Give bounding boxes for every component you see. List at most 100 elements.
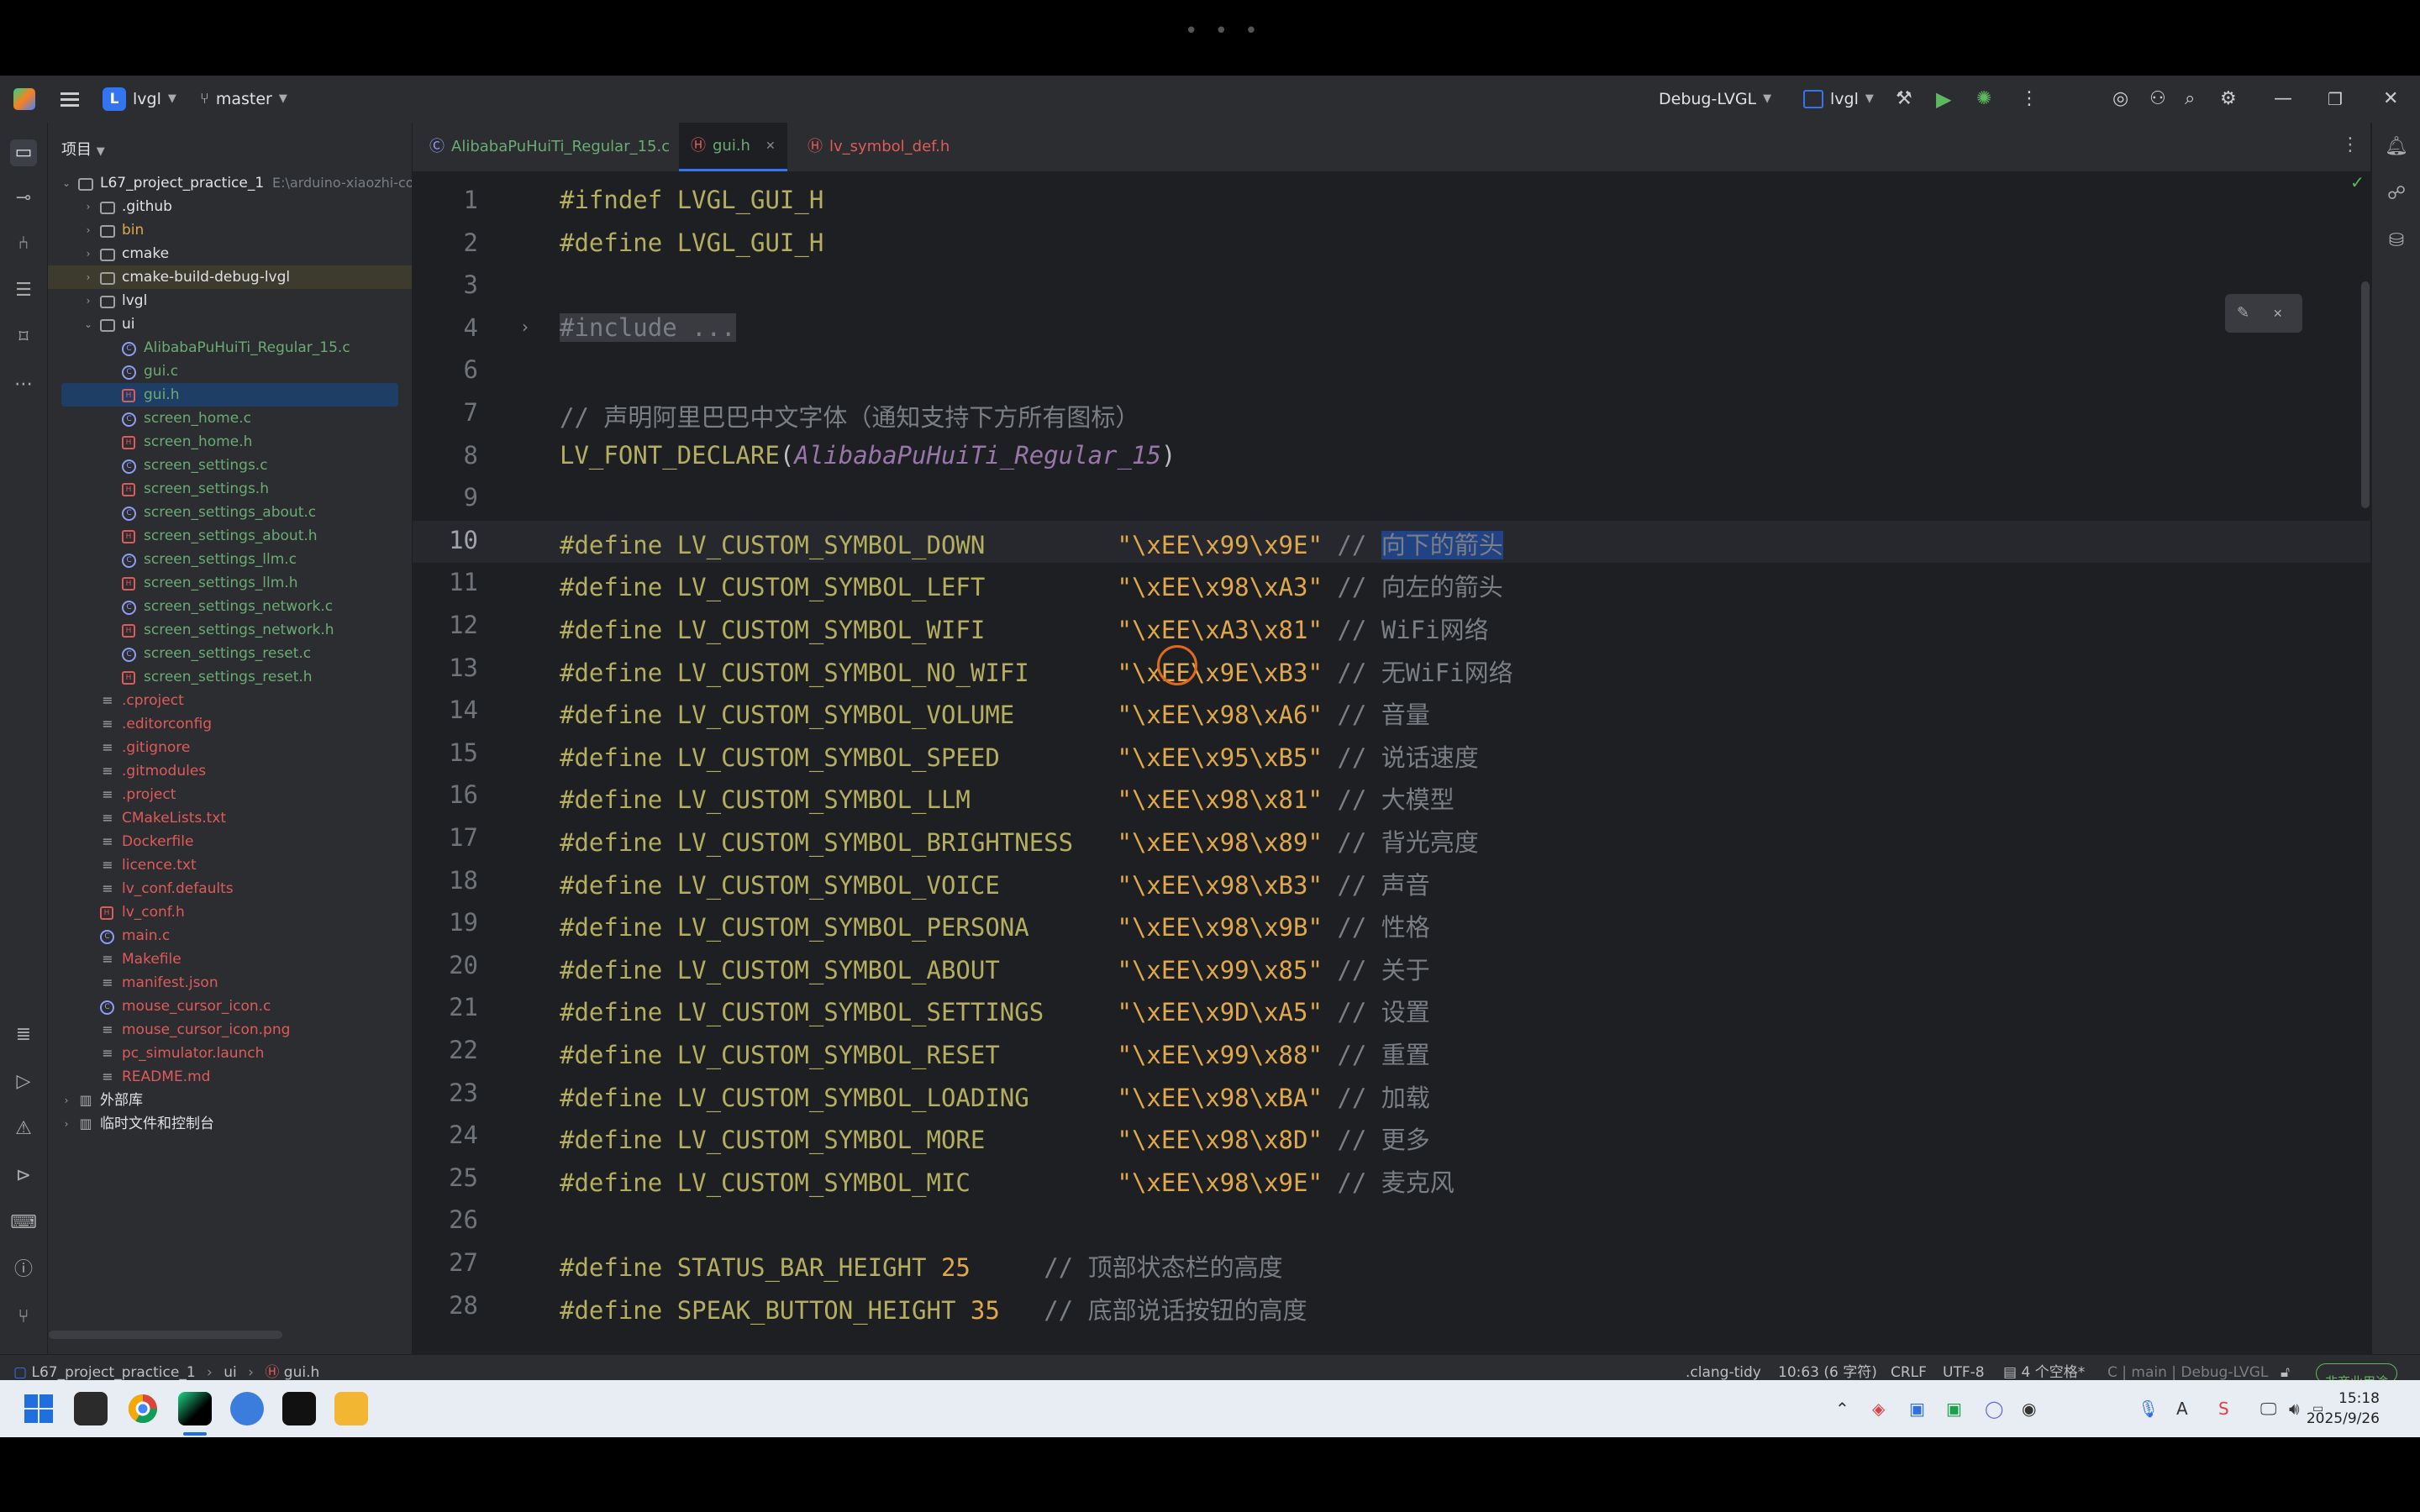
- tree-item[interactable]: Hscreen_settings_reset.h: [48, 665, 412, 689]
- target-selector[interactable]: lvgl ▼: [1803, 76, 1874, 123]
- tree-item[interactable]: Cmain.c: [48, 924, 412, 948]
- database-icon[interactable]: ⛁: [2384, 228, 2409, 254]
- project-panel-horizontal-scrollbar[interactable]: [49, 1331, 282, 1339]
- code-line[interactable]: 9: [413, 478, 2370, 521]
- code-line[interactable]: 26: [413, 1200, 2370, 1243]
- code-editor[interactable]: 28 #define SPEAK_BUTTON_HEIGHT 35 // 底部说话…: [413, 172, 2370, 1354]
- search-icon[interactable]: ⌕: [2185, 76, 2195, 123]
- tree-item[interactable]: › lvgl: [48, 289, 412, 312]
- tree-item[interactable]: Cscreen_settings_llm.c: [48, 548, 412, 571]
- tray-app-4-icon[interactable]: ◯: [1985, 1380, 2003, 1437]
- code-line[interactable]: 13 #define LV_CUSTOM_SYMBOL_NO_WIFI "\xEE…: [413, 648, 2370, 691]
- code-line[interactable]: 4 › #include ...: [413, 308, 2370, 351]
- file-explorer-icon[interactable]: [334, 1392, 368, 1425]
- tree-item[interactable]: › cmake: [48, 242, 412, 265]
- debug-icon[interactable]: ✺: [1976, 76, 1991, 123]
- problems-warning-icon[interactable]: ⚠: [10, 1116, 37, 1142]
- code-line[interactable]: 15 #define LV_CUSTOM_SYMBOL_SPEED "\xEE\x…: [413, 733, 2370, 776]
- more-tools-icon[interactable]: ⋯: [10, 371, 37, 398]
- breadcrumb-item-project[interactable]: L67_project_practice_1: [31, 1364, 195, 1381]
- tree-item[interactable]: ⌄ L67_project_practice_1 E:\arduino-xiaozh…: [48, 171, 412, 195]
- tree-item[interactable]: Cscreen_settings.c: [48, 454, 412, 477]
- tab-options-icon[interactable]: ⋮: [2341, 134, 2360, 155]
- code-line[interactable]: 7 // 声明阿里巴巴中文字体（通知支持下方所有图标）: [413, 393, 2370, 436]
- tree-item[interactable]: Hscreen_settings_llm.h: [48, 571, 412, 595]
- code-with-me-icon[interactable]: ⚇: [2149, 76, 2166, 123]
- code-line[interactable]: 28 #define SPEAK_BUTTON_HEIGHT 35 // 底部说话…: [413, 1286, 2370, 1329]
- build-hammer-icon[interactable]: ⚒: [1896, 76, 1912, 123]
- terminal-app-icon[interactable]: [74, 1392, 108, 1425]
- editor-tab[interactable]: Ⓒ AlibabaPuHuiTi_Regular_15.c: [429, 123, 670, 171]
- tree-item[interactable]: › cmake-build-debug-lvgl: [48, 265, 412, 289]
- tray-app-3-icon[interactable]: ▣: [1946, 1380, 1962, 1437]
- chevron-right-icon[interactable]: ›: [60, 1112, 73, 1136]
- terminal-icon[interactable]: ⌨: [10, 1210, 37, 1236]
- fold-expand-icon[interactable]: ›: [522, 317, 529, 337]
- tree-item[interactable]: Hscreen_settings.h: [48, 477, 412, 501]
- code-line[interactable]: 10 #define LV_CUSTOM_SYMBOL_DOWN "\xEE\x9…: [413, 520, 2370, 564]
- tree-item[interactable]: Cscreen_home.c: [48, 407, 412, 430]
- run-config-selector[interactable]: Debug-LVGL ▼: [1659, 76, 1771, 123]
- code-line[interactable]: 25 #define LV_CUSTOM_SYMBOL_MIC "\xEE\x98…: [413, 1158, 2370, 1201]
- tree-item[interactable]: Cmouse_cursor_icon.c: [48, 995, 412, 1018]
- project-folder-icon[interactable]: ▭: [10, 139, 37, 166]
- code-line[interactable]: 2 #define LVGL_GUI_H: [413, 223, 2370, 266]
- clion-app-icon[interactable]: [178, 1392, 212, 1425]
- notifications-bell-icon[interactable]: 🔔︎: [2384, 134, 2409, 160]
- tree-item[interactable]: Cscreen_settings_about.c: [48, 501, 412, 524]
- close-icon[interactable]: ✕: [2383, 76, 2398, 123]
- tree-item[interactable]: ≡ .project: [48, 783, 412, 806]
- volume-icon[interactable]: 🔊︎: [2289, 1380, 2300, 1437]
- tree-item[interactable]: ⌄ ui: [48, 312, 412, 336]
- code-line[interactable]: 19 #define LV_CUSTOM_SYMBOL_PERSONA "\xEE…: [413, 903, 2370, 946]
- input-method-icon[interactable]: A: [2176, 1380, 2188, 1437]
- chevron-down-icon[interactable]: ⌄: [82, 312, 95, 336]
- tree-item[interactable]: › ▥ 外部库: [48, 1089, 412, 1112]
- code-line[interactable]: 11 #define LV_CUSTOM_SYMBOL_LEFT "\xEE\x9…: [413, 563, 2370, 606]
- tree-item[interactable]: ≡ .gitmodules: [48, 759, 412, 783]
- tree-item[interactable]: ≡ mouse_cursor_icon.png: [48, 1018, 412, 1042]
- code-line[interactable]: 8 LV_FONT_DECLARE(AlibabaPuHuiTi_Regular_…: [413, 436, 2370, 479]
- code-line[interactable]: 12 #define LV_CUSTOM_SYMBOL_WIFI "\xEE\xA…: [413, 606, 2370, 648]
- services-icon[interactable]: ⊳: [10, 1163, 37, 1189]
- tray-webcam-icon[interactable]: ◉: [2022, 1380, 2036, 1437]
- tree-item[interactable]: C AlibabaPuHuiTi_Regular_15.c: [48, 336, 412, 360]
- chevron-down-icon[interactable]: ⌄: [60, 171, 73, 195]
- main-menu-icon[interactable]: [60, 97, 79, 101]
- chevron-right-icon[interactable]: ›: [82, 289, 95, 312]
- minimize-icon[interactable]: —: [2274, 76, 2292, 123]
- ai-action-icon[interactable]: ✎: [2237, 304, 2249, 322]
- problems-icon[interactable]: ⓘ: [10, 1257, 37, 1284]
- editor-tab[interactable]: Ⓗlv_symbol_def.h: [808, 123, 950, 171]
- tree-item[interactable]: Hgui.h: [61, 383, 398, 407]
- settings-gear-icon[interactable]: ⚙: [2220, 76, 2237, 123]
- commit-icon[interactable]: ⊸: [10, 185, 37, 212]
- windows-start-icon[interactable]: [22, 1392, 55, 1425]
- code-line[interactable]: 20 #define LV_CUSTOM_SYMBOL_ABOUT "\xEE\x…: [413, 946, 2370, 989]
- close-tab-icon[interactable]: ✕: [765, 122, 776, 171]
- tray-overflow-chevron-icon[interactable]: ⌃: [1835, 1380, 1849, 1437]
- code-line[interactable]: 21 #define LV_CUSTOM_SYMBOL_SETTINGS "\xE…: [413, 988, 2370, 1031]
- tree-item[interactable]: Hlv_conf.h: [48, 900, 412, 924]
- tree-item[interactable]: ≡ .gitignore: [48, 736, 412, 759]
- code-line[interactable]: 23 #define LV_CUSTOM_SYMBOL_LOADING "\xEE…: [413, 1074, 2370, 1116]
- tree-item[interactable]: ≡ pc_simulator.launch: [48, 1042, 412, 1065]
- pull-requests-icon[interactable]: ⑃: [10, 230, 37, 257]
- code-line[interactable]: 1 #ifndef LVGL_GUI_H: [413, 181, 2370, 223]
- branch-switcher[interactable]: ⑂ master ▼: [200, 76, 287, 123]
- code-line[interactable]: 18 #define LV_CUSTOM_SYMBOL_VOICE "\xEE\x…: [413, 861, 2370, 904]
- chevron-right-icon[interactable]: ›: [82, 218, 95, 242]
- breadcrumb-item-file[interactable]: gui.h: [284, 1364, 319, 1381]
- tree-item[interactable]: › bin: [48, 218, 412, 242]
- code-line[interactable]: 27 #define STATUS_BAR_HEIGHT 25 // 顶部状态栏的…: [413, 1243, 2370, 1286]
- tree-item[interactable]: Cgui.c: [48, 360, 412, 383]
- tree-item[interactable]: ≡ licence.txt: [48, 853, 412, 877]
- microphone-icon[interactable]: 🎙︎: [2138, 1380, 2159, 1437]
- chevron-right-icon[interactable]: ›: [82, 265, 95, 289]
- code-line[interactable]: 24 #define LV_CUSTOM_SYMBOL_MORE "\xEE\x9…: [413, 1116, 2370, 1158]
- editor-tab[interactable]: Ⓗgui.h ✕: [679, 123, 787, 171]
- project-switcher[interactable]: L lvgl ▼: [103, 76, 176, 123]
- more-actions-icon[interactable]: ⋮: [2020, 76, 2039, 123]
- structure-icon[interactable]: ☰: [10, 277, 37, 304]
- tree-item[interactable]: ≡ lv_conf.defaults: [48, 877, 412, 900]
